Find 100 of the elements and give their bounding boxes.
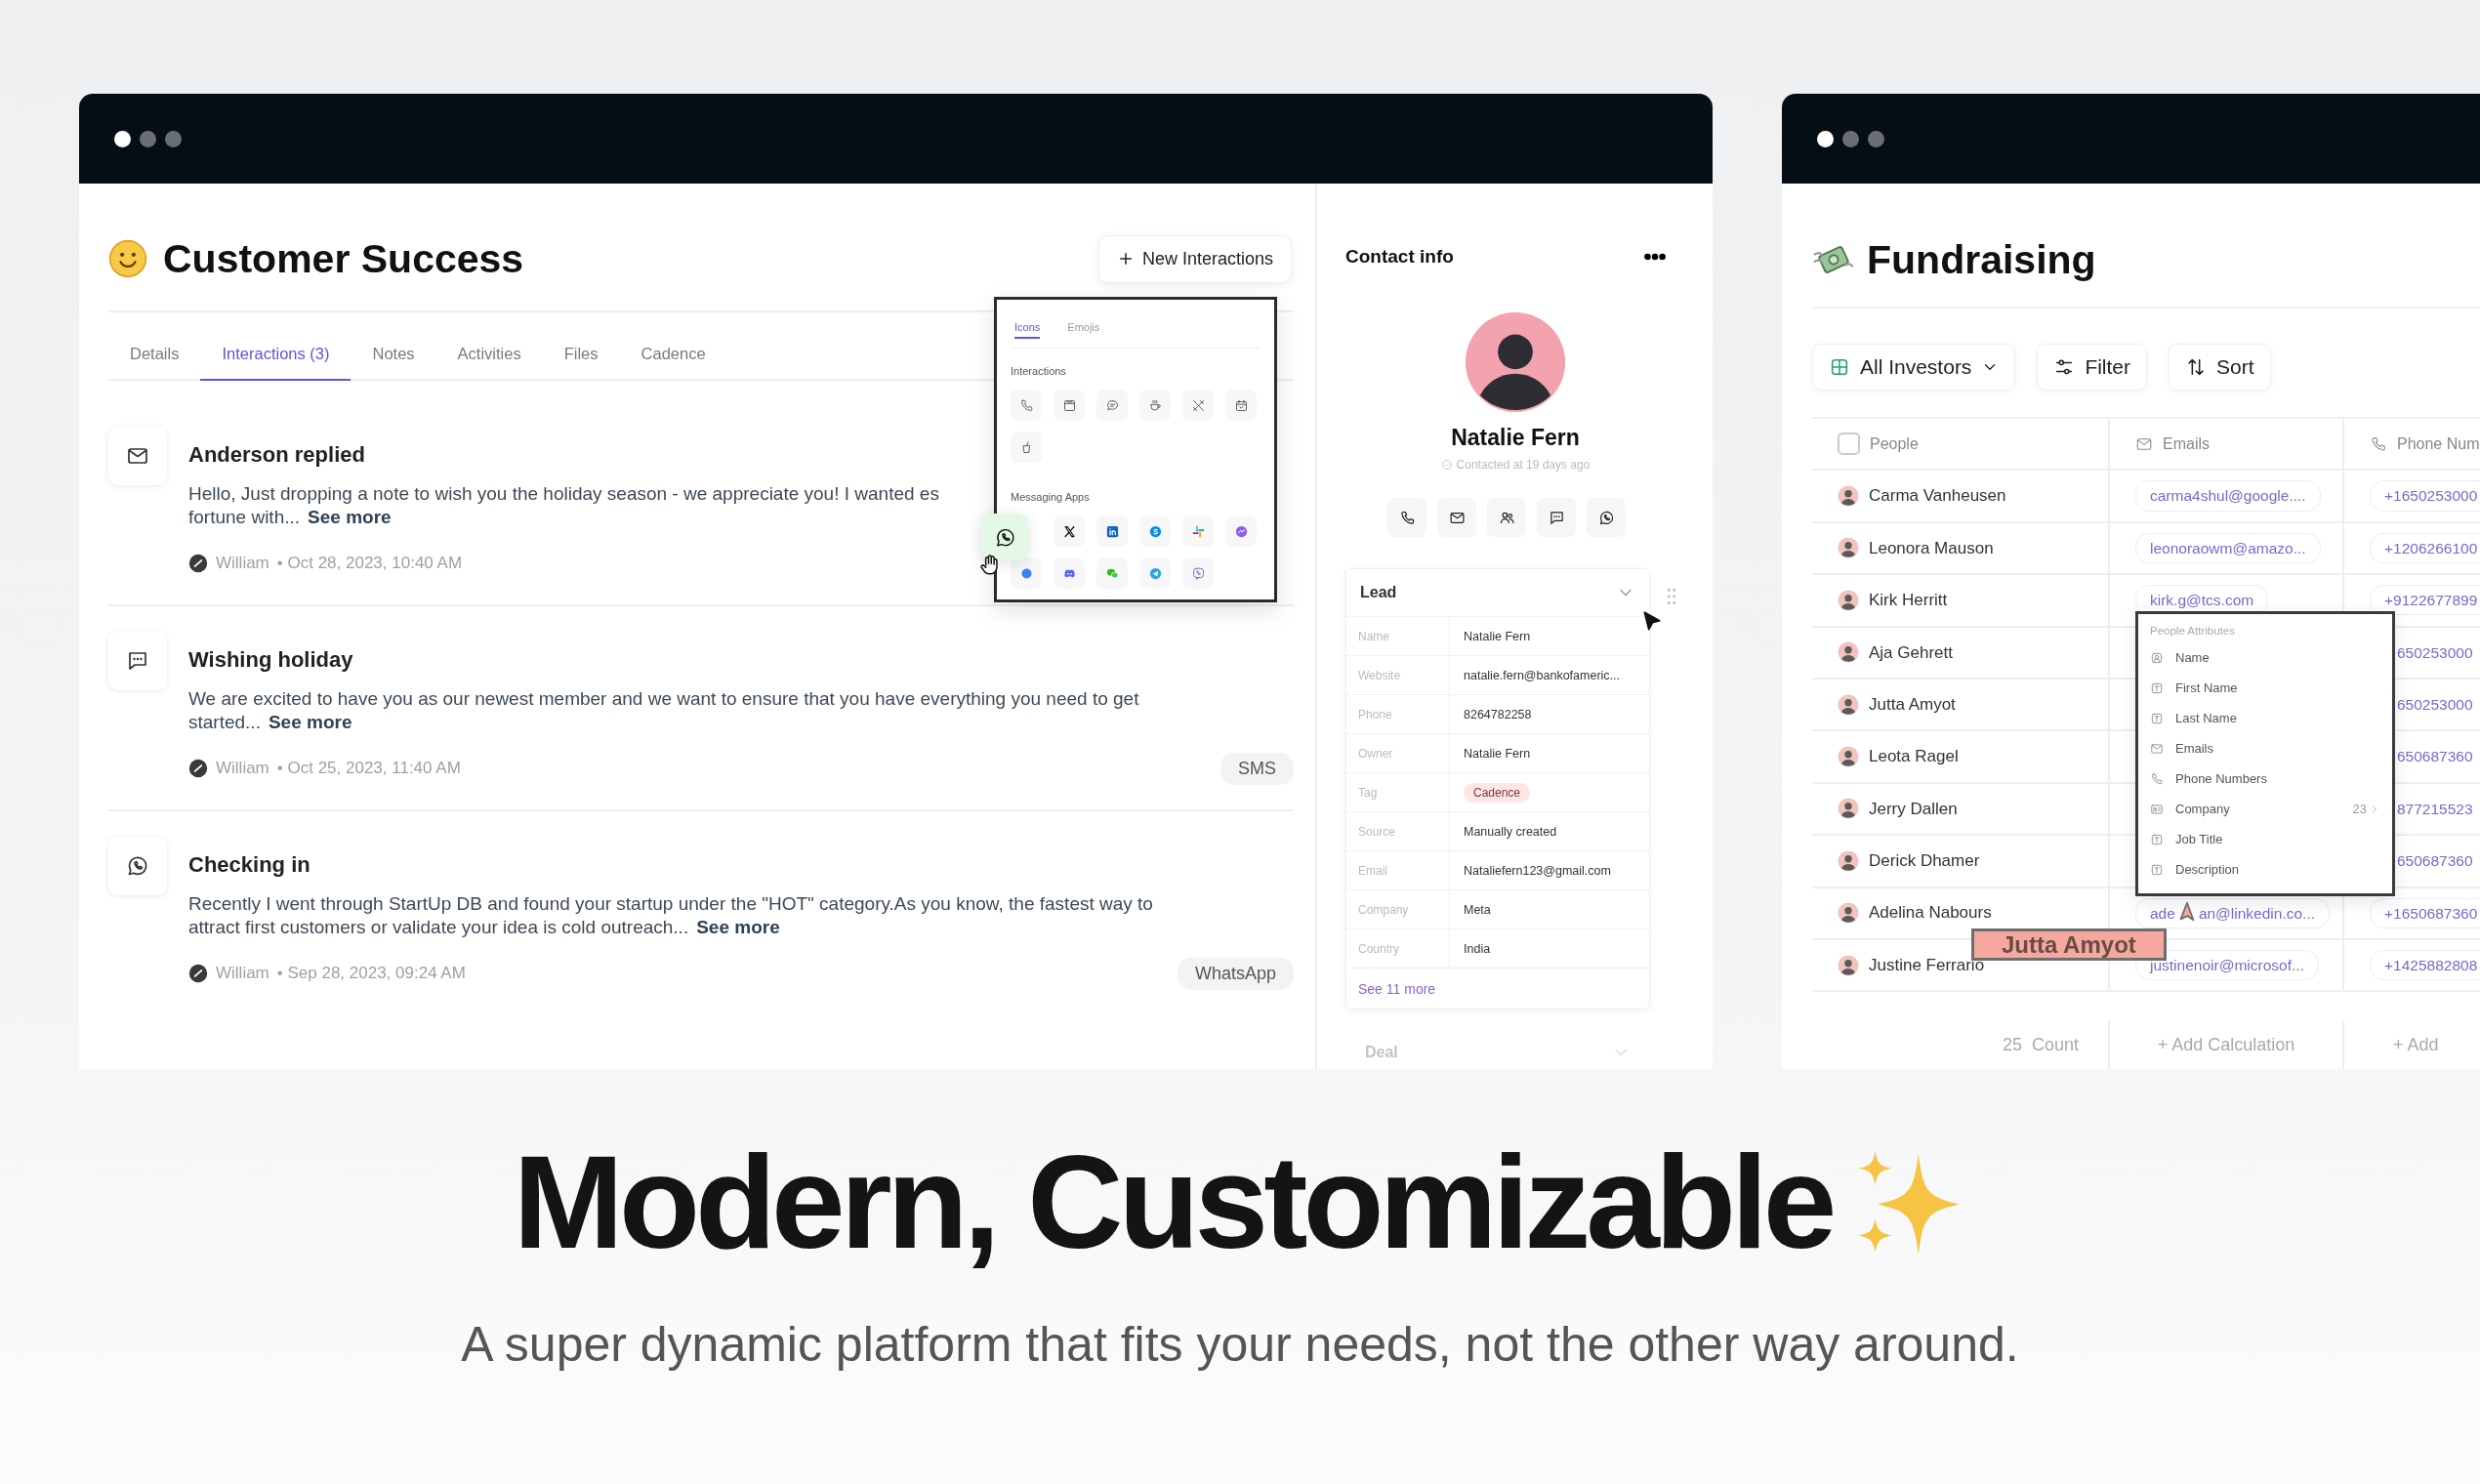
see-more-link[interactable]: See more: [268, 712, 352, 732]
see-more-link[interactable]: See 11 more: [1346, 968, 1649, 1009]
phone-chip: +1206266100: [2370, 532, 2480, 564]
page-title: Customer Success: [163, 235, 524, 283]
section-label: Messaging Apps: [1011, 490, 1091, 504]
menu-item[interactable]: Job Title: [2150, 824, 2380, 854]
tab[interactable]: Details: [108, 312, 201, 381]
phone-chip: +1650253000: [2370, 480, 2480, 512]
tab[interactable]: Interactions (3): [200, 312, 351, 381]
panel-title: Contact info: [1345, 245, 1454, 268]
avatar-icon: [1838, 485, 1859, 508]
text-field-icon: [2150, 711, 2164, 725]
tagline: A super dynamic platform that fits your needs, not the other way around.: [460, 1316, 2020, 1374]
check-circle-icon: [1440, 459, 1453, 471]
headline: Modern, Customizable: [513, 1134, 1833, 1270]
interaction-date: • Oct 28, 2023, 10:40 AM: [276, 553, 463, 575]
channel-tag: WhatsApp: [1177, 957, 1294, 990]
contact-action-button[interactable]: [1537, 498, 1576, 537]
contact-action-button[interactable]: [1437, 498, 1476, 537]
person-name: Carma Vanheusen: [1869, 485, 2006, 508]
phone-icon: [2150, 771, 2164, 786]
phone-number: 650253000: [2397, 642, 2473, 663]
column-header: People: [1870, 433, 1919, 454]
field-value: natalie.fern@bankofameric...: [1463, 667, 1621, 684]
field-value: Meta: [1463, 901, 1492, 919]
icon-option[interactable]: [981, 514, 1028, 560]
picker-tab[interactable]: Icons: [1014, 300, 1041, 339]
field-value: Natalie Fern: [1463, 745, 1532, 763]
field-label: Country: [1346, 929, 1450, 969]
last-contacted: Contacted at 19 days ago: [1456, 457, 1591, 473]
view-dropdown[interactable]: All Investors: [1812, 344, 2016, 391]
sort-button[interactable]: Sort: [2169, 344, 2271, 391]
see-more-link[interactable]: See more: [308, 507, 392, 527]
text-field-icon: [2150, 680, 2164, 695]
select-all-checkbox[interactable]: [1838, 433, 1860, 456]
person-name: Jutta Amyot: [1869, 693, 1956, 716]
phone-number: 650687360: [2397, 747, 2473, 767]
x-logo-icon: [1061, 523, 1077, 539]
person-name: Leota Ragel: [1869, 746, 1959, 768]
menu-item[interactable]: Company 23: [2150, 794, 2380, 824]
person-name: Jerry Dallen: [1869, 798, 1958, 820]
field-label: Website: [1346, 656, 1450, 695]
phone-number: 650687360: [2397, 851, 2473, 872]
menu-item[interactable]: Description: [2150, 854, 2380, 885]
person-name: Adelina Nabours: [1869, 902, 1992, 925]
author-name: William: [216, 758, 269, 780]
field-value: India: [1463, 940, 1492, 958]
person-name: Kirk Herritt: [1869, 590, 1948, 612]
window-icon: [1061, 397, 1077, 413]
id-card-icon: [2150, 802, 2164, 816]
email-chip: leonoraowm@amazo...: [2135, 532, 2321, 564]
field-label: Phone: [1346, 695, 1450, 734]
column-header: Emails: [2163, 433, 2210, 454]
count-value: 25: [2002, 1033, 2022, 1056]
author-name: William: [216, 963, 269, 985]
skype-icon: [1147, 523, 1163, 539]
lead-section-header[interactable]: Lead: [1346, 569, 1649, 616]
linkedin-icon: [1104, 523, 1120, 539]
message-icon: [126, 649, 149, 673]
telegram-icon: [1147, 565, 1163, 581]
tag-chip: Cadence: [1464, 782, 1531, 803]
avatar-icon: [1838, 746, 1859, 768]
field-label: Tag: [1346, 773, 1450, 812]
icon-option[interactable]: [1225, 390, 1257, 421]
filter-button[interactable]: Filter: [2037, 344, 2148, 391]
phone-number: 877215523: [2397, 799, 2473, 819]
menu-item[interactable]: Last Name: [2150, 703, 2380, 733]
person-name: Aja Gehrett: [1869, 641, 1953, 664]
contact-action-button[interactable]: [1387, 498, 1426, 537]
menu-item[interactable]: First Name: [2150, 673, 2380, 703]
tab[interactable]: Notes: [351, 312, 436, 381]
avatar-icon: [1838, 589, 1859, 611]
contact-action-button[interactable]: [1487, 498, 1526, 537]
author-avatar-icon: [188, 554, 208, 573]
tab[interactable]: Files: [542, 312, 620, 381]
person-name: Leonora Mauson: [1869, 537, 1994, 559]
author-avatar-icon: [188, 964, 208, 983]
menu-heading: People Attributes: [2150, 624, 2236, 639]
icon-option[interactable]: [1054, 390, 1085, 421]
field-value: Nataliefern123@gmail.com: [1463, 862, 1612, 880]
user-icon: [2150, 650, 2164, 665]
channel-tag: SMS: [1220, 752, 1294, 785]
menu-item[interactable]: Emails: [2150, 733, 2380, 763]
tab[interactable]: Cadence: [619, 312, 727, 381]
window-dot: [1842, 130, 1859, 147]
window-dot: [140, 130, 156, 147]
whatsapp-icon: [126, 854, 149, 878]
contact-action-button[interactable]: [1587, 498, 1626, 537]
avatar-icon: [1838, 798, 1859, 820]
new-interactions-button[interactable]: New Interactions: [1097, 234, 1292, 283]
section-label: Interactions: [1011, 364, 1067, 378]
menu-item[interactable]: Phone Numbers: [2150, 763, 2380, 794]
message-icon: [1548, 509, 1565, 526]
field-label: Source: [1346, 812, 1450, 851]
see-more-link[interactable]: See more: [696, 917, 780, 937]
avatar-icon: [1838, 902, 1859, 925]
icon-option[interactable]: [1054, 515, 1085, 547]
tab[interactable]: Activities: [435, 312, 543, 381]
menu-item[interactable]: Name: [2150, 642, 2380, 673]
interaction-title: Checking in: [188, 851, 310, 879]
